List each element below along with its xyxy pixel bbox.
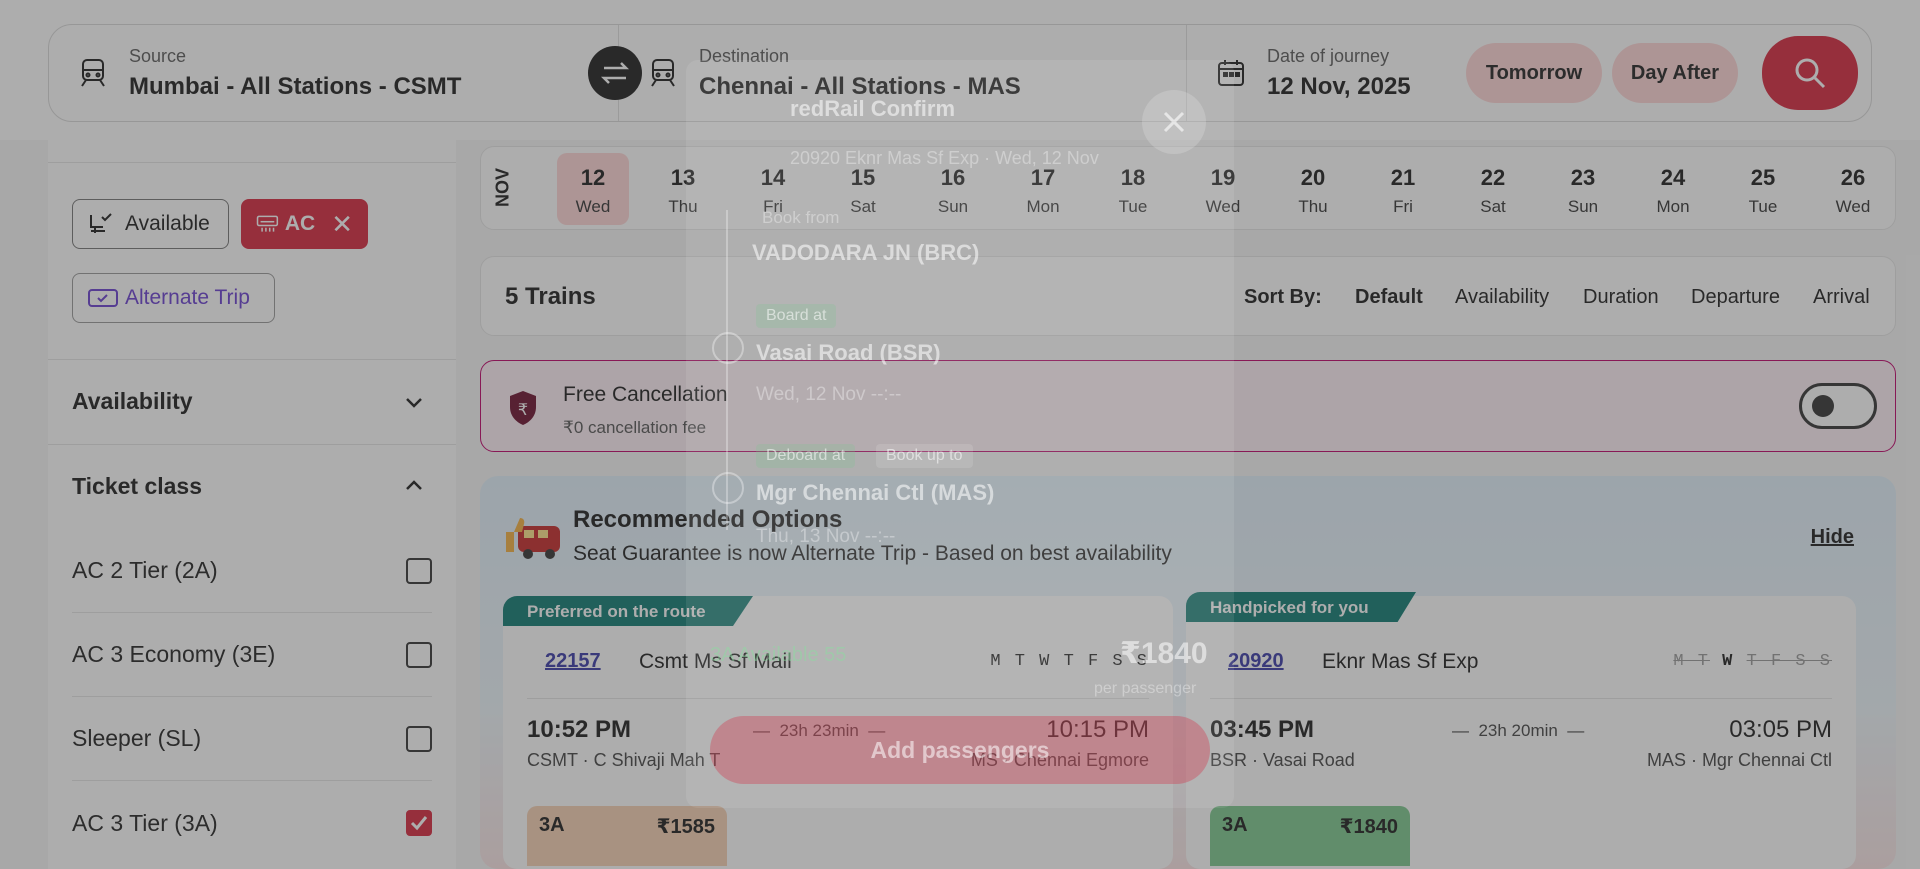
deboard-time: Thu, 13 Nov --:--	[756, 526, 896, 547]
redrail-confirm-modal: redRail Confirm 20920 Eknr Mas Sf Exp · …	[686, 60, 1234, 808]
board-station-marker	[712, 332, 744, 364]
modal-train-info: 20920 Eknr Mas Sf Exp · Wed, 12 Nov	[790, 148, 1099, 168]
modal-price: ₹1840	[1120, 637, 1208, 670]
book-from-label: Book from	[762, 208, 840, 227]
deboard-at-station: Mgr Chennai Ctl (MAS)	[756, 480, 995, 505]
deboard-at-tag: Deboard at	[756, 444, 856, 468]
modal-close-button[interactable]	[1142, 90, 1206, 154]
availability-status: 3A Available 55	[710, 644, 847, 666]
per-passenger-label: per passenger	[1094, 680, 1197, 697]
close-icon	[1163, 111, 1185, 133]
modal-title: redRail Confirm	[790, 96, 956, 121]
board-at-station: Vasai Road (BSR)	[756, 340, 941, 365]
add-passengers-button[interactable]: Add passengers	[710, 716, 1210, 784]
deboard-station-marker	[712, 472, 744, 504]
book-from-station: VADODARA JN (BRC)	[752, 240, 980, 265]
book-up-to-tag: Book up to	[876, 444, 973, 468]
board-time: Wed, 12 Nov --:--	[756, 384, 902, 405]
board-at-tag: Board at	[756, 304, 837, 328]
